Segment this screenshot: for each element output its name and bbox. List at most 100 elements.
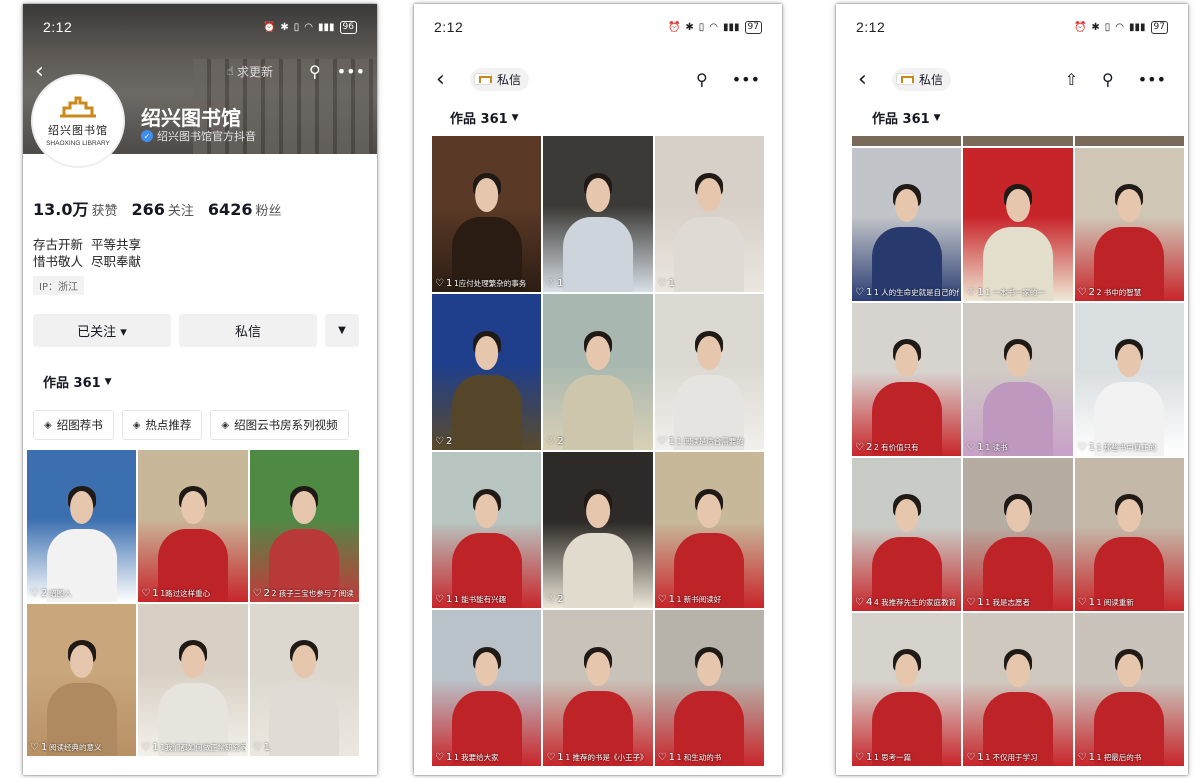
figure-head	[1117, 653, 1142, 688]
presenter-figure	[563, 644, 633, 766]
video-thumbnail[interactable]: ♡ 4 4 我推荐先生的家庭教育	[852, 458, 962, 611]
video-thumbnail[interactable]: ♡ 2 2 有价值只有	[852, 303, 962, 456]
video-thumbnail[interactable]: ♡ 1 1 一本书一家的一	[963, 148, 1073, 301]
heart-icon: ♡	[435, 436, 444, 447]
message-chip[interactable]: 私信	[470, 67, 530, 91]
video-thumbnail-partial[interactable]	[963, 136, 1073, 146]
video-thumbnail[interactable]: ♡ 2 绍图入	[27, 450, 137, 602]
stat-following[interactable]: 266 关注	[132, 200, 194, 219]
layers-icon: ◈	[132, 419, 141, 431]
video-thumbnail[interactable]: ♡ 1 1 我要给大家	[432, 610, 542, 766]
video-thumbnail[interactable]: ♡ 2	[543, 294, 653, 450]
stat-followers[interactable]: 6426 粉丝	[208, 200, 282, 219]
layers-icon: ◈	[44, 419, 52, 431]
video-thumbnail[interactable]: ♡ 1 1路过这样重心	[138, 450, 248, 602]
video-thumbnail[interactable]: ♡ 1 1 读书	[963, 303, 1073, 456]
figure-head	[697, 177, 722, 212]
video-thumbnail[interactable]: ♡ 1 1应付处理繁杂的事务	[432, 136, 542, 292]
back-icon[interactable]: ‹	[436, 67, 470, 92]
video-caption: 1路过这样重心	[160, 589, 211, 598]
presenter-figure	[1094, 492, 1165, 611]
wifi-icon: ◠	[709, 21, 719, 33]
alarm-icon: ⏰	[262, 21, 276, 33]
video-thumbnail[interactable]: ♡ 1 1 思考一篇	[852, 613, 962, 766]
presenter-figure	[674, 644, 745, 766]
video-thumbnail[interactable]: ♡ 1	[249, 604, 359, 756]
tag-label: 绍图云书房系列视频	[234, 418, 338, 432]
stat-label: 关注	[167, 204, 194, 219]
more-icon[interactable]: •••	[1138, 70, 1166, 89]
video-thumbnail[interactable]: ♡ 1 1 人的生命史就是自己的作	[852, 148, 962, 301]
presenter-figure	[451, 170, 522, 292]
works-tab[interactable]: 作品 361 ▼	[43, 372, 112, 391]
video-thumbnail[interactable]: ♡ 1 1 那些书中真正的	[1074, 303, 1184, 456]
signal-icon: ▮▮▮	[318, 21, 335, 33]
video-thumbnail[interactable]: ♡ 1 1 阅读重新	[1074, 458, 1184, 611]
search-icon[interactable]: ⚲	[309, 62, 321, 81]
figure-head	[292, 490, 317, 524]
video-thumbnail[interactable]: ♡ 1 1 阅读是适合需要的	[654, 294, 764, 450]
presenter-figure	[1094, 337, 1165, 456]
tag-hot[interactable]: ◈ 热点推荐	[121, 410, 203, 440]
video-thumbnail[interactable]: ♡ 1 1 新书阅读好	[654, 452, 764, 608]
video-thumbnail[interactable]: ♡ 2 2 孩子三宝也参与了阅读	[249, 450, 359, 602]
stat-likes[interactable]: 13.0万 获赞	[33, 196, 118, 220]
status-time: 2:12	[856, 19, 886, 35]
caret-down-icon: ▼	[933, 112, 941, 123]
search-icon[interactable]: ⚲	[696, 70, 708, 89]
more-icon[interactable]: •••	[337, 62, 365, 81]
video-caption: 1 推荐的书是《小王子》	[565, 753, 648, 762]
message-chip[interactable]: 私信	[892, 67, 952, 91]
heart-icon: ♡	[657, 278, 667, 289]
avatar[interactable]: 绍兴图书馆 SHAOXING LIBRARY	[31, 74, 125, 168]
expand-icon[interactable]: ▼	[325, 314, 359, 347]
heart-icon: ♡	[30, 742, 39, 753]
video-thumbnail[interactable]: ♡ 1 1 推荐的书是《小王子》	[543, 610, 653, 766]
video-thumbnail[interactable]: ♡ 1 1 不仅用于学习	[963, 613, 1073, 766]
wifi-icon: ◠	[1115, 21, 1125, 33]
works-tab[interactable]: 作品 361 ▼	[450, 108, 519, 127]
search-icon[interactable]: ⚲	[1102, 70, 1114, 89]
status-bar: 2:12 ⏰ ✱ ▯ ◠ ▮▮▮ 97	[414, 4, 782, 50]
video-thumbnail[interactable]: ♡ 1 阅读经典的意义	[27, 604, 137, 756]
tag-recommend-books[interactable]: ◈ 绍图荐书	[33, 410, 114, 440]
video-thumbnail[interactable]: ♡ 2	[432, 294, 542, 450]
heart-icon: ♡	[855, 287, 864, 298]
battery-icon: 97	[1150, 20, 1168, 34]
presenter-figure	[563, 170, 633, 292]
message-button[interactable]: 私信	[179, 314, 317, 347]
video-thumbnail-partial[interactable]	[1074, 136, 1184, 146]
figure-head	[292, 644, 317, 678]
video-thumbnail[interactable]: ♡ 1	[654, 136, 764, 292]
heart-icon: ♡	[1077, 752, 1087, 763]
request-update-button[interactable]: ☝ 求更新	[227, 63, 273, 80]
like-count: ♡ 2	[546, 436, 563, 447]
video-thumbnail[interactable]: ♡ 1 1我们都如何做正常研究等	[138, 604, 248, 756]
followed-button[interactable]: 已关注 ▾	[33, 314, 171, 347]
tag-cloud-study[interactable]: ◈ 绍图云书房系列视频	[210, 410, 349, 440]
video-caption: 1 思考一篇	[874, 753, 912, 762]
heart-icon: ♡	[1077, 597, 1087, 608]
works-tab[interactable]: 作品 361 ▼	[872, 108, 941, 127]
status-time: 2:12	[434, 19, 464, 35]
back-icon[interactable]: ‹	[858, 67, 892, 92]
like-count-value: 2	[557, 436, 564, 447]
collection-tags: ◈ 绍图荐书 ◈ 热点推荐 ◈ 绍图云书房系列视频	[33, 410, 349, 440]
video-thumbnail[interactable]: ♡ 1 1 和生动的书	[654, 610, 764, 766]
video-thumbnail-partial[interactable]	[852, 136, 962, 146]
more-icon[interactable]: •••	[732, 70, 760, 89]
video-thumbnail[interactable]: ♡ 1 1 能书能有兴趣	[432, 452, 542, 608]
upload-icon[interactable]: ⇧	[1065, 70, 1078, 89]
like-count-value: 2	[557, 594, 564, 605]
video-thumbnail[interactable]: ♡ 1 1 我是志愿者	[963, 458, 1073, 611]
presenter-figure	[871, 337, 942, 456]
video-thumbnail[interactable]: ♡ 1	[543, 136, 653, 292]
heart-icon: ♡	[657, 436, 667, 447]
heart-icon: ♡	[1077, 442, 1087, 453]
video-thumbnail[interactable]: ♡ 1 1 把最后的书	[1074, 613, 1184, 766]
figure-head	[586, 651, 610, 686]
figure-head	[697, 493, 722, 528]
video-thumbnail[interactable]: ♡ 2 2 书中的智慧	[1074, 148, 1184, 301]
presenter-figure	[871, 492, 942, 611]
video-thumbnail[interactable]: ♡ 2	[543, 452, 653, 608]
